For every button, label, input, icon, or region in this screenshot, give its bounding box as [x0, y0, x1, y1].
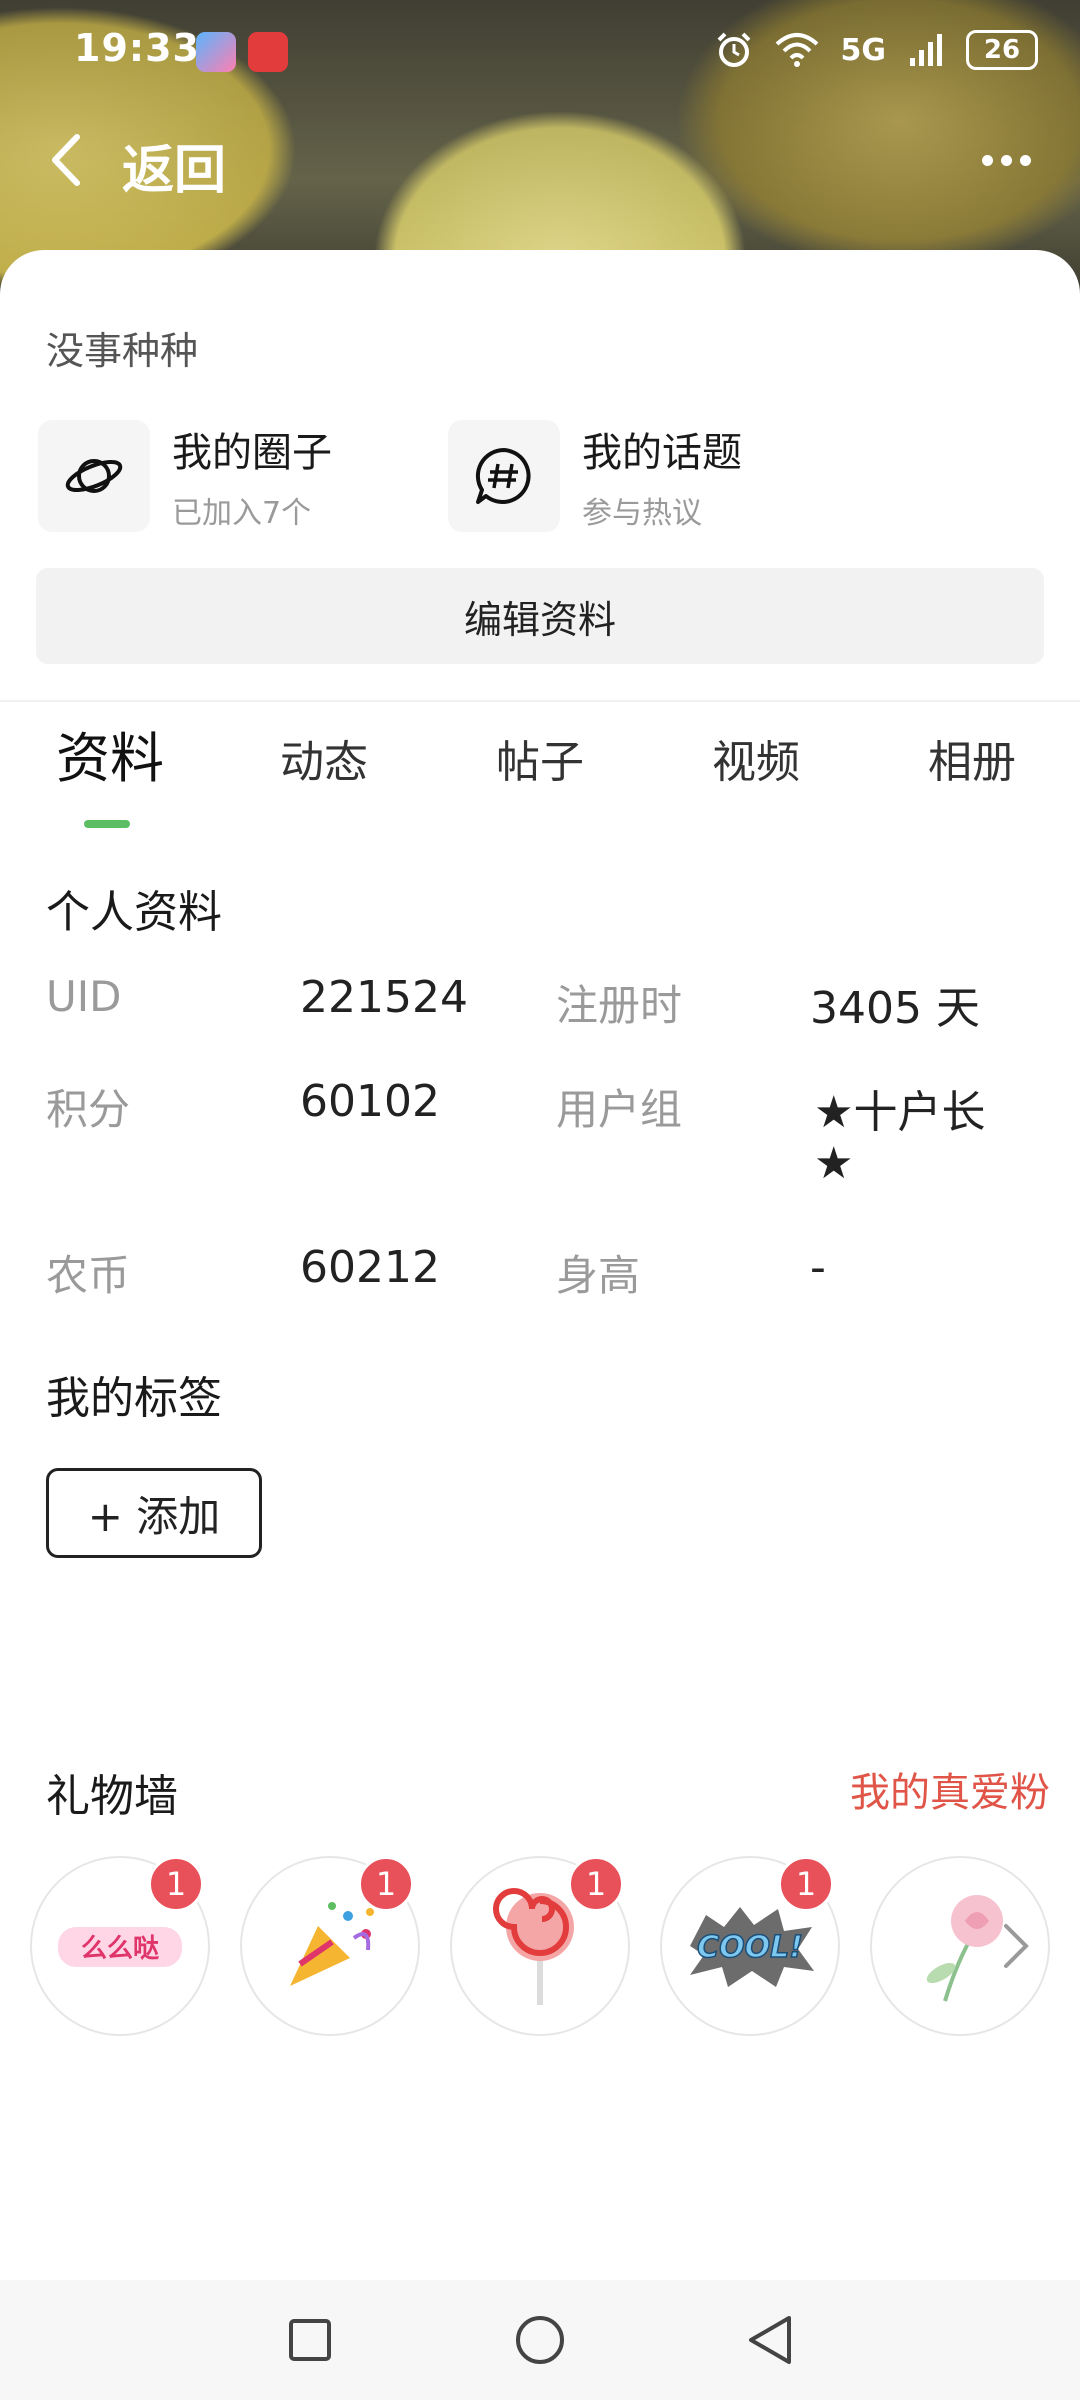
hashtag-chat-icon — [448, 420, 560, 532]
back-button[interactable] — [36, 128, 96, 192]
gift-count-badge: 1 — [148, 1856, 204, 1912]
planet-icon — [38, 420, 150, 532]
cool-sticker-icon: COOL! — [690, 1907, 814, 1987]
user-group-value-star: ★ — [814, 1138, 854, 1189]
gift-item[interactable]: 1 — [450, 1856, 630, 2036]
height-label: 身高 — [556, 1251, 641, 1300]
user-group-label: 用户组 — [556, 1085, 683, 1134]
my-circles-entry[interactable]: 我的圈子 已加入7个 — [38, 418, 332, 534]
uid-value: 221524 — [300, 972, 468, 1023]
uid-label: UID — [46, 972, 122, 1021]
recent-apps-button[interactable] — [280, 2310, 340, 2370]
height-value: - — [810, 1242, 826, 1293]
chevron-right-icon — [1004, 1924, 1029, 1968]
top-navigation: 返回 — [0, 112, 1080, 208]
gift-scroll-right-button[interactable] — [996, 1920, 1036, 1972]
add-tag-button[interactable]: + 添加 — [46, 1468, 262, 1558]
my-topics-entry[interactable]: 我的话题 参与热议 — [448, 418, 742, 534]
tab-posts[interactable]: 帖子 — [496, 726, 584, 790]
signal-icon — [910, 34, 942, 66]
system-navigation-bar — [0, 2280, 1080, 2400]
gift-item[interactable]: COOL! 1 — [660, 1856, 840, 2036]
network-type: 5G — [840, 32, 887, 68]
my-topics-subtitle: 参与热议 — [582, 496, 702, 531]
triangle-back-icon — [749, 2316, 791, 2364]
profile-tabs: 资料 动态 帖子 视频 相册 — [0, 720, 1080, 820]
active-tab-indicator — [84, 820, 130, 828]
my-topics-title: 我的话题 — [582, 430, 742, 476]
status-time: 19:33 — [74, 26, 200, 70]
my-circles-subtitle: 已加入7个 — [172, 496, 312, 531]
my-circles-title: 我的圈子 — [172, 430, 332, 476]
points-label: 积分 — [46, 1085, 131, 1134]
coins-label: 农币 — [46, 1251, 131, 1300]
personal-info-title: 个人资料 — [46, 887, 222, 938]
user-group-value: ★十户长 — [814, 1087, 986, 1138]
kiss-text-sticker-icon: 么么哒 — [58, 1927, 182, 1967]
battery-indicator: 26 — [966, 30, 1038, 70]
gift-name: 么么哒 — [81, 1934, 159, 1964]
section-divider — [0, 700, 1080, 702]
status-bar: 19:33 5G 26 — [0, 18, 1080, 84]
gift-count-badge: 1 — [568, 1856, 624, 1912]
gift-count-badge: 1 — [358, 1856, 414, 1912]
true-fans-link[interactable]: 我的真爱粉 — [850, 1760, 1050, 1818]
register-days-label: 注册时 — [556, 981, 683, 1030]
tab-activity[interactable]: 动态 — [280, 726, 368, 790]
profile-card: 没事种种 我的圈子 已加入7个 我的话题 参与热议 编辑资料 资料 动态 帖子 … — [0, 250, 1080, 2400]
wifi-icon — [775, 33, 818, 67]
system-indicators: 5G 26 — [715, 30, 1038, 70]
gift-item[interactable]: 么么哒 1 — [30, 1856, 210, 2036]
gift-count-badge: 1 — [778, 1856, 834, 1912]
more-options-button[interactable] — [968, 128, 1044, 192]
gift-name: COOL! — [697, 1930, 803, 1965]
chevron-left-icon — [52, 134, 80, 186]
square-icon — [289, 2319, 331, 2361]
home-button[interactable] — [510, 2310, 570, 2370]
more-dots-icon — [981, 154, 993, 166]
tab-album[interactable]: 相册 — [928, 726, 1016, 790]
gift-wall-title: 礼物墙 — [46, 1771, 178, 1822]
heart-app-icon — [248, 32, 288, 72]
system-back-button[interactable] — [740, 2310, 800, 2370]
alarm-icon — [717, 32, 750, 67]
register-days-value: 3405 天 — [810, 983, 980, 1034]
my-tags-title: 我的标签 — [46, 1373, 222, 1424]
game-app-icon — [196, 32, 236, 72]
tab-profile[interactable]: 资料 — [56, 714, 164, 793]
coins-value: 60212 — [300, 1242, 440, 1293]
profile-bio: 没事种种 — [46, 329, 199, 373]
points-value: 60102 — [300, 1076, 440, 1127]
gift-item[interactable]: 1 — [240, 1856, 420, 2036]
back-label[interactable]: 返回 — [122, 128, 226, 203]
circle-icon — [516, 2316, 564, 2364]
edit-profile-button[interactable]: 编辑资料 — [36, 568, 1044, 664]
tab-videos[interactable]: 视频 — [712, 726, 800, 790]
